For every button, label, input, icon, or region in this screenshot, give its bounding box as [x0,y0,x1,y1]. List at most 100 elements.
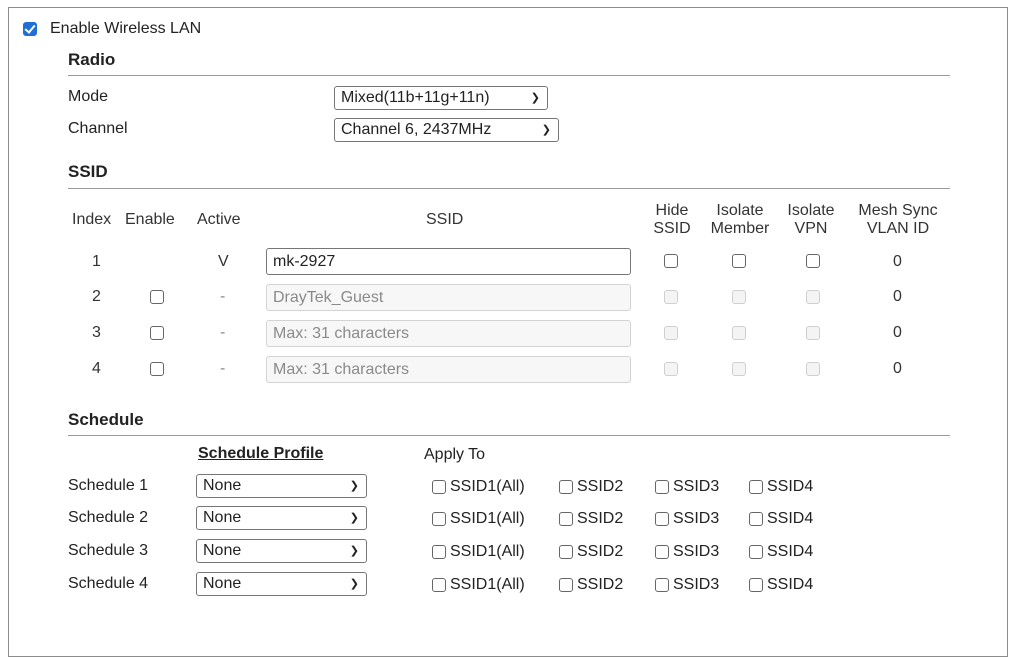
schedule-3-ssid4-label: SSID4 [767,543,814,560]
ssid-row-4-hide-checkbox[interactable] [664,362,678,376]
apply-to-header: Apply To [424,446,486,463]
ssid-section-title: SSID [68,162,108,181]
chevron-down-icon: ❯ [349,480,359,492]
ssid-row-1-isolate-vpn-checkbox[interactable] [806,254,820,268]
ssid-row-3-input[interactable]: Max: 31 characters [266,320,631,347]
header-isolate-vpn-line2: VPN [794,220,828,237]
schedule-2-label: Schedule 2 [68,509,149,526]
ssid-row-4-enable-checkbox[interactable] [150,362,164,376]
schedule-1-ssid2-checkbox[interactable] [559,480,573,494]
chevron-down-icon: ❯ [541,124,551,136]
header-mesh-sync-line1: Mesh Sync [858,202,938,219]
schedule-3-profile-select[interactable]: None ❯ [196,539,367,563]
ssid-row-2-index: 2 [92,288,101,305]
header-index: Index [72,211,112,228]
schedule-1-ssid4-label: SSID4 [767,478,814,495]
ssid-row-3-hide-checkbox[interactable] [664,326,678,340]
ssid-row-1-isolate-member-checkbox[interactable] [732,254,746,268]
schedule-2-profile-value: None [203,509,242,526]
ssid-row-2-hide-checkbox[interactable] [664,290,678,304]
ssid-row-2-active: - [220,288,226,305]
header-enable: Enable [125,211,175,228]
schedule-profile-header: Schedule Profile [198,445,324,462]
schedule-1-ssid4-checkbox[interactable] [749,480,763,494]
header-isolate-vpn-line1: Isolate [787,202,835,219]
header-isolate-member-line2: Member [710,220,770,237]
radio-section-title: Radio [68,50,116,69]
schedule-4-ssid4-label: SSID4 [767,576,814,593]
header-hide-line1: Hide [655,202,689,219]
chevron-down-icon: ❯ [349,545,359,557]
schedule-1-profile-select[interactable]: None ❯ [196,474,367,498]
schedule-1-ssid2-label: SSID2 [577,478,624,495]
ssid-row-3-isolate-vpn-checkbox[interactable] [806,326,820,340]
schedule-3-label: Schedule 3 [68,542,149,559]
channel-label: Channel [68,120,128,137]
schedule-1-profile-value: None [203,477,242,494]
channel-select[interactable]: Channel 6, 2437MHz ❯ [334,118,559,142]
schedule-3-ssid2-label: SSID2 [577,543,624,560]
mode-select[interactable]: Mixed(11b+11g+11n) ❯ [334,86,548,110]
schedule-3-ssid2-checkbox[interactable] [559,545,573,559]
schedule-3-ssid3-checkbox[interactable] [655,545,669,559]
schedule-2-ssid2-label: SSID2 [577,510,624,527]
schedule-3-ssid3-label: SSID3 [673,543,720,560]
ssid-row-3-index: 3 [92,324,101,341]
schedule-4-ssid1-label: SSID1(All) [450,576,525,593]
ssid-row-4-vlan: 0 [893,360,902,377]
ssid-row-2-isolate-member-checkbox[interactable] [732,290,746,304]
schedule-3-ssid4-checkbox[interactable] [749,545,763,559]
schedule-3-ssid1-checkbox[interactable] [432,545,446,559]
schedule-3-profile-value: None [203,542,242,559]
ssid-row-3-enable-checkbox[interactable] [150,326,164,340]
enable-wlan-label: Enable Wireless LAN [50,20,202,37]
schedule-divider [68,435,950,436]
ssid-row-1-value: mk-2927 [273,253,336,270]
ssid-row-1-input[interactable]: mk-2927 [266,248,631,275]
header-hide-ssid: Hide SSID [648,202,696,238]
schedule-2-ssid4-checkbox[interactable] [749,512,763,526]
ssid-row-1-index: 1 [92,253,101,270]
ssid-row-2-vlan: 0 [893,288,902,305]
ssid-row-2-value: DrayTek_Guest [273,289,384,306]
ssid-row-4-isolate-member-checkbox[interactable] [732,362,746,376]
ssid-row-1-hide-checkbox[interactable] [664,254,678,268]
schedule-2-ssid1-checkbox[interactable] [432,512,446,526]
schedule-2-ssid4-label: SSID4 [767,510,814,527]
ssid-row-4-index: 4 [92,360,101,377]
schedule-4-ssid2-checkbox[interactable] [559,578,573,592]
schedule-2-ssid2-checkbox[interactable] [559,512,573,526]
schedule-1-ssid3-label: SSID3 [673,478,720,495]
ssid-row-3-active: - [220,324,226,341]
header-mesh-sync: Mesh Sync VLAN ID [846,202,950,238]
schedule-1-label: Schedule 1 [68,477,149,494]
schedule-2-profile-select[interactable]: None ❯ [196,506,367,530]
ssid-row-2-enable-checkbox[interactable] [150,290,164,304]
schedule-1-ssid3-checkbox[interactable] [655,480,669,494]
chevron-down-icon: ❯ [349,512,359,524]
schedule-2-ssid1-label: SSID1(All) [450,510,525,527]
schedule-4-ssid3-checkbox[interactable] [655,578,669,592]
schedule-4-ssid4-checkbox[interactable] [749,578,763,592]
schedule-1-ssid1-checkbox[interactable] [432,480,446,494]
ssid-row-4-isolate-vpn-checkbox[interactable] [806,362,820,376]
header-isolate-vpn: Isolate VPN [780,202,842,238]
radio-divider [68,75,950,76]
schedule-section-title: Schedule [68,410,144,429]
ssid-row-1-vlan: 0 [893,253,902,270]
ssid-row-2-isolate-vpn-checkbox[interactable] [806,290,820,304]
schedule-4-ssid2-label: SSID2 [577,576,624,593]
schedule-2-ssid3-label: SSID3 [673,510,720,527]
schedule-2-ssid3-checkbox[interactable] [655,512,669,526]
schedule-4-ssid1-checkbox[interactable] [432,578,446,592]
schedule-4-profile-select[interactable]: None ❯ [196,572,367,596]
ssid-row-3-placeholder: Max: 31 characters [273,325,410,342]
ssid-row-3-isolate-member-checkbox[interactable] [732,326,746,340]
ssid-row-2-input[interactable]: DrayTek_Guest [266,284,631,311]
chevron-down-icon: ❯ [530,92,540,104]
mode-label: Mode [68,88,109,105]
chevron-down-icon: ❯ [349,578,359,590]
enable-wlan-checkbox[interactable] [23,22,37,36]
schedule-4-profile-value: None [203,575,242,592]
ssid-row-4-input[interactable]: Max: 31 characters [266,356,631,383]
